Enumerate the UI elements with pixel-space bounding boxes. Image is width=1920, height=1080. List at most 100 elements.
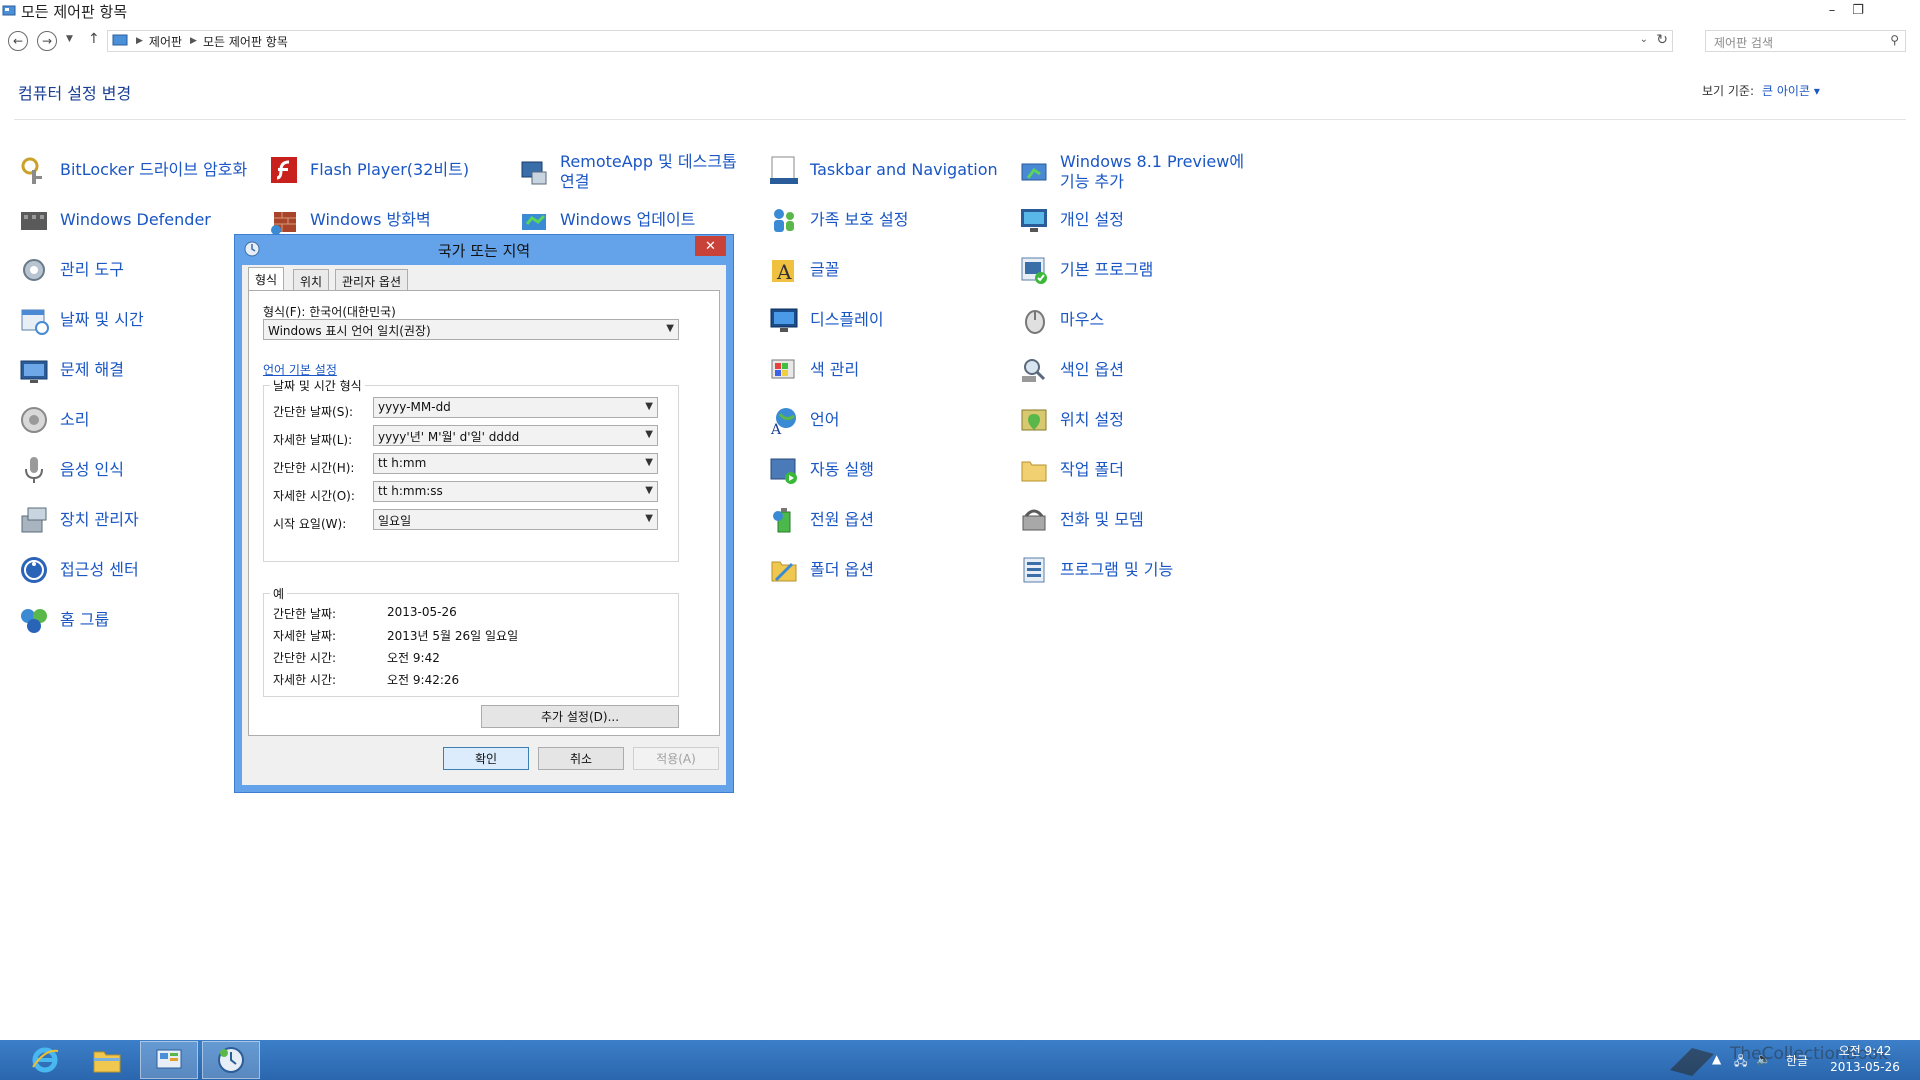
cp-item-label: RemoteApp 및 데스크톱 연결 xyxy=(560,152,737,191)
default-programs-icon xyxy=(1016,252,1052,288)
cp-item-device-manager[interactable]: 장치 관리자 xyxy=(16,502,256,538)
first-day-select[interactable]: 일요일 ▼ xyxy=(373,509,658,530)
formats-tab-panel: 형식(F): 한국어(대한민국) Windows 표시 언어 일치(권장) ▼ … xyxy=(248,290,720,736)
language-icon: A xyxy=(766,402,802,438)
indexing-icon xyxy=(1016,352,1052,388)
cp-item-location-settings[interactable]: 위치 설정 xyxy=(1016,402,1256,438)
cp-item-label: 관리 도구 xyxy=(60,260,124,279)
cp-item-firewall[interactable]: Windows 방화벽 xyxy=(266,202,506,238)
additional-settings-button[interactable]: 추가 설정(D)... xyxy=(481,705,679,728)
view-by-selector[interactable]: 보기 기준: 큰 아이콘 ▾ xyxy=(1702,82,1820,99)
volume-icon[interactable]: 🔈 xyxy=(1756,1052,1771,1066)
tray-time: 오전 9:42 xyxy=(1838,1044,1892,1058)
cp-item-work-folders[interactable]: 작업 폴더 xyxy=(1016,452,1256,488)
short-time-value: tt h:mm xyxy=(378,456,427,470)
cp-item-autoplay[interactable]: 자동 실행 xyxy=(766,452,1006,488)
cp-item-windows-update[interactable]: Windows 업데이트 xyxy=(516,202,756,238)
ime-indicator[interactable]: 한글 xyxy=(1786,1052,1808,1069)
cp-item-language[interactable]: A 언어 xyxy=(766,402,1006,438)
show-hidden-icons[interactable]: ▲ xyxy=(1712,1052,1721,1066)
long-date-value: yyyy'년' M'월' d'일' dddd xyxy=(378,430,520,444)
date-time-icon xyxy=(16,302,52,338)
cp-item-homegroup[interactable]: 홈 그룹 xyxy=(16,602,256,638)
cp-item-programs-features[interactable]: 프로그램 및 기능 xyxy=(1016,552,1256,588)
cp-item-display[interactable]: 디스플레이 xyxy=(766,302,1006,338)
cp-item-label: 위치 설정 xyxy=(1060,410,1124,429)
programs-features-icon xyxy=(1016,552,1052,588)
forward-button[interactable]: → xyxy=(37,31,57,51)
cp-item-remoteapp[interactable]: RemoteApp 및 데스크톱 연결 xyxy=(516,152,756,192)
short-date-select[interactable]: yyyy-MM-dd ▼ xyxy=(373,397,658,418)
tab-administrative[interactable]: 관리자 옵션 xyxy=(335,269,409,290)
taskbar-file-explorer[interactable] xyxy=(78,1041,136,1079)
restore-button[interactable]: ❐ xyxy=(1844,0,1872,20)
cp-item-phone-modem[interactable]: 전화 및 모뎀 xyxy=(1016,502,1256,538)
breadcrumb-control-panel[interactable]: 제어판 xyxy=(149,33,182,50)
long-date-select[interactable]: yyyy'년' M'월' d'일' dddd ▼ xyxy=(373,425,658,446)
search-icon[interactable]: ⚲ xyxy=(1890,33,1899,47)
long-time-label: 자세한 시간(O): xyxy=(273,489,355,503)
minimize-button[interactable]: – xyxy=(1818,0,1846,20)
back-button[interactable]: ← xyxy=(8,31,28,51)
flash-icon xyxy=(266,152,302,188)
search-input[interactable]: 제어판 검색 ⚲ xyxy=(1705,30,1906,52)
taskbar-control-panel[interactable] xyxy=(140,1041,198,1079)
phone-modem-icon xyxy=(1016,502,1052,538)
apply-button[interactable]: 적용(A) xyxy=(633,747,719,770)
admin-tools-icon xyxy=(16,252,52,288)
cp-item-mouse[interactable]: 마우스 xyxy=(1016,302,1256,338)
cp-item-folder-options[interactable]: 폴더 옵션 xyxy=(766,552,1006,588)
taskbar-region-settings[interactable] xyxy=(202,1041,260,1079)
network-icon[interactable]: 🖧 xyxy=(1734,1052,1747,1073)
navigation-bar: ← → ▼ ↑ ▶ 제어판 ▶ 모든 제어판 항목 ⌄ ↻ 제어판 검색 ⚲ xyxy=(0,28,1920,54)
tray-clock[interactable]: 오전 9:42 2013-05-26 xyxy=(1820,1043,1910,1075)
cp-item-family-safety[interactable]: 가족 보호 설정 xyxy=(766,202,1006,238)
cancel-button[interactable]: 취소 xyxy=(538,747,624,770)
breadcrumb-all-items[interactable]: 모든 제어판 항목 xyxy=(203,33,288,50)
view-by-value[interactable]: 큰 아이콘 ▾ xyxy=(1762,84,1820,98)
cp-item-speech[interactable]: 음성 인식 xyxy=(16,452,256,488)
ok-button[interactable]: 확인 xyxy=(443,747,529,770)
format-select[interactable]: Windows 표시 언어 일치(권장) ▼ xyxy=(263,319,679,340)
cp-item-label: 접근성 센터 xyxy=(60,560,139,579)
cp-item-label: 글꼴 xyxy=(810,260,840,279)
long-time-select[interactable]: tt h:mm:ss ▼ xyxy=(373,481,658,502)
accessibility-icon xyxy=(16,552,52,588)
cp-item-admin-tools[interactable]: 관리 도구 xyxy=(16,252,256,288)
cp-item-indexing[interactable]: 색인 옵션 xyxy=(1016,352,1256,388)
refresh-icon[interactable]: ↻ xyxy=(1656,32,1668,48)
chevron-down-icon: ▼ xyxy=(645,485,653,496)
cp-item-sound[interactable]: 소리 xyxy=(16,402,256,438)
example-short-time-label: 간단한 시간: xyxy=(273,651,337,665)
tab-formats[interactable]: 형식 xyxy=(248,267,285,290)
dialog-titlebar[interactable]: 국가 또는 지역 ✕ xyxy=(235,235,733,263)
short-time-select[interactable]: tt h:mm ▼ xyxy=(373,453,658,474)
cp-item-date-time[interactable]: 날짜 및 시간 xyxy=(16,302,256,338)
cp-item-personalization[interactable]: 개인 설정 xyxy=(1016,202,1256,238)
cp-item-accessibility[interactable]: 접근성 센터 xyxy=(16,552,256,588)
control-panel-icon xyxy=(2,5,16,16)
cp-item-label: 소리 xyxy=(60,410,90,429)
language-preferences-link[interactable]: 언어 기본 설정 xyxy=(263,361,337,378)
cp-item-default-programs[interactable]: 기본 프로그램 xyxy=(1016,252,1256,288)
cp-item-color-management[interactable]: 색 관리 xyxy=(766,352,1006,388)
dialog-close-button[interactable]: ✕ xyxy=(695,236,726,256)
cp-item-fonts[interactable]: A 글꼴 xyxy=(766,252,1006,288)
address-dropdown-icon[interactable]: ⌄ xyxy=(1640,34,1648,45)
up-button[interactable]: ↑ xyxy=(88,31,100,47)
taskbar-internet-explorer[interactable] xyxy=(16,1041,74,1079)
cp-item-power-options[interactable]: 전원 옵션 xyxy=(766,502,1006,538)
cp-item-windows-defender[interactable]: Windows Defender xyxy=(16,202,256,238)
cp-item-troubleshoot[interactable]: 문제 해결 xyxy=(16,352,256,388)
tab-location[interactable]: 위치 xyxy=(293,269,330,290)
cp-item-flash-player[interactable]: Flash Player(32비트) xyxy=(266,152,506,188)
cp-item-label: 디스플레이 xyxy=(810,310,884,329)
taskbar: TheCollectionBook ▲ 🖧 🔈 한글 오전 9:42 2013-… xyxy=(0,1040,1920,1080)
address-bar[interactable]: ▶ 제어판 ▶ 모든 제어판 항목 ⌄ ↻ xyxy=(107,30,1673,52)
cp-item-taskbar-navigation[interactable]: Taskbar and Navigation xyxy=(766,152,1006,188)
internet-explorer-icon xyxy=(32,1047,59,1073)
cp-item-add-features[interactable]: Windows 8.1 Preview에 기능 추가 xyxy=(1016,152,1256,192)
recent-locations-dropdown[interactable]: ▼ xyxy=(66,34,73,44)
cp-item-bitlocker[interactable]: BitLocker 드라이브 암호화 xyxy=(16,152,256,188)
cp-item-label: 자동 실행 xyxy=(810,460,874,479)
